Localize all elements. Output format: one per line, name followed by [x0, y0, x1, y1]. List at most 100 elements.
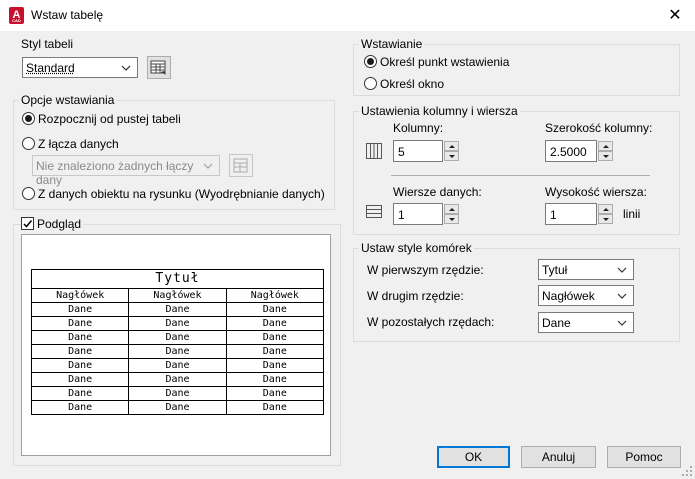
preview-checkbox[interactable] — [21, 217, 34, 230]
preview-title: Tytuł — [31, 269, 324, 289]
columns-label: Kolumny: — [393, 121, 444, 135]
table-style-dropdown[interactable]: Standard — [22, 57, 138, 78]
chevron-down-icon — [617, 320, 627, 326]
column-width-stepper[interactable] — [598, 141, 613, 161]
data-rows-stepper[interactable] — [444, 204, 459, 224]
chevron-down-icon — [203, 163, 213, 169]
row-height-label: Wysokość wiersza: — [545, 185, 647, 199]
data-rows-value: 1 — [398, 208, 405, 222]
cell-styles-label: Ustaw style komórek — [359, 241, 474, 255]
radio-insertion-point[interactable] — [364, 55, 377, 68]
preview-cell: Dane — [128, 316, 227, 331]
preview-header: Nagłówek — [30, 288, 130, 303]
checkmark-icon — [23, 220, 33, 228]
data-link-dropdown[interactable]: Nie znaleziono żadnych łączy dany — [32, 155, 220, 187]
preview-cell: Dane — [128, 358, 227, 373]
preview-cell: Dane — [30, 302, 130, 317]
autocad-app-icon: A CAD — [9, 7, 24, 24]
insertion-label: Wstawianie — [359, 37, 425, 51]
preview-cell: Dane — [225, 386, 325, 401]
table-row: Dane Dane Dane — [30, 344, 325, 359]
preview-cell: Dane — [30, 400, 130, 415]
columns-stepper[interactable] — [444, 141, 459, 161]
stepper-down-icon[interactable] — [444, 214, 459, 224]
radio-window[interactable] — [364, 77, 377, 90]
table-preview: Tytuł Nagłówek Nagłówek Nagłówek Dane Dan… — [21, 234, 331, 456]
radio-object-data[interactable] — [22, 187, 35, 200]
second-row-dropdown[interactable]: Nagłówek — [538, 285, 634, 306]
preview-cell: Dane — [225, 316, 325, 331]
table-style-icon — [150, 60, 166, 75]
row-height-stepper[interactable] — [598, 204, 613, 224]
columns-value: 5 — [398, 145, 405, 159]
columns-icon — [366, 143, 382, 159]
stepper-down-icon[interactable] — [598, 151, 613, 161]
radio-data-link[interactable] — [22, 137, 35, 150]
preview-cell: Dane — [225, 358, 325, 373]
data-rows-input[interactable]: 1 — [393, 203, 443, 225]
row-height-input[interactable]: 1 — [545, 203, 597, 225]
column-row-label: Ustawienia kolumny i wiersza — [359, 104, 520, 118]
columns-input[interactable]: 5 — [393, 140, 443, 162]
preview-cell: Dane — [30, 344, 130, 359]
chevron-down-icon — [121, 65, 131, 71]
preview-cell: Dane — [30, 372, 130, 387]
second-row-label: W drugim rzędzie: — [367, 289, 464, 303]
resize-grip-icon[interactable] — [681, 465, 693, 477]
first-row-label: W pierwszym rzędzie: — [367, 263, 484, 277]
radio-data-link-label: Z łącza danych — [38, 137, 119, 151]
data-link-icon — [233, 158, 248, 173]
first-row-dropdown[interactable]: Tytuł — [538, 259, 634, 280]
data-rows-label: Wiersze danych: — [393, 185, 482, 199]
preview-cell: Dane — [30, 330, 130, 345]
preview-cell: Dane — [128, 400, 227, 415]
chevron-down-icon — [617, 267, 627, 273]
table-row: Dane Dane Dane — [30, 302, 325, 317]
ok-button[interactable]: OK — [437, 446, 510, 468]
column-width-input[interactable]: 2.5000 — [545, 140, 597, 162]
table-row: Dane Dane Dane — [30, 372, 325, 387]
stepper-up-icon[interactable] — [598, 204, 613, 214]
other-rows-dropdown[interactable]: Dane — [538, 312, 634, 333]
radio-insertion-point-label: Określ punkt wstawienia — [380, 55, 510, 69]
stepper-up-icon[interactable] — [444, 141, 459, 151]
table-style-dialog-button[interactable] — [147, 56, 171, 79]
chevron-down-icon — [617, 293, 627, 299]
preview-cell: Dane — [225, 330, 325, 345]
table-style-label: Styl tabeli — [19, 37, 76, 51]
table-row: Dane Dane Dane — [30, 386, 325, 401]
preview-cell: Dane — [30, 316, 130, 331]
stepper-down-icon[interactable] — [598, 214, 613, 224]
column-width-value: 2.5000 — [550, 145, 587, 159]
stepper-up-icon[interactable] — [444, 204, 459, 214]
preview-table: Tytuł Nagłówek Nagłówek Nagłówek Dane Dan… — [30, 269, 325, 415]
column-width-label: Szerokość kolumny: — [545, 121, 653, 135]
preview-cell: Dane — [128, 372, 227, 387]
title-bar — [0, 0, 695, 31]
row-height-unit: linii — [623, 207, 641, 221]
stepper-up-icon[interactable] — [598, 141, 613, 151]
table-row: Dane Dane Dane — [30, 316, 325, 331]
preview-label: Podgląd — [35, 217, 84, 231]
data-link-manager-button[interactable] — [229, 154, 253, 177]
table-row: Dane Dane Dane — [30, 400, 325, 415]
table-style-value: Standard — [26, 61, 75, 75]
preview-cell: Dane — [225, 372, 325, 387]
radio-object-data-label: Z danych obiektu na rysunku (Wyodrębnian… — [38, 187, 325, 201]
close-button[interactable]: ✕ — [660, 2, 690, 29]
other-rows-label: W pozostałych rzędach: — [367, 315, 495, 329]
preview-header: Nagłówek — [225, 288, 325, 303]
help-button[interactable]: Pomoc — [607, 446, 681, 468]
second-row-value: Nagłówek — [542, 289, 595, 303]
stepper-down-icon[interactable] — [444, 151, 459, 161]
radio-empty-table-label: Rozpocznij od pustej tabeli — [38, 112, 181, 126]
preview-cell: Dane — [225, 344, 325, 359]
radio-empty-table[interactable] — [22, 112, 35, 125]
preview-cell: Dane — [128, 386, 227, 401]
table-row: Dane Dane Dane — [30, 330, 325, 345]
preview-cell: Dane — [128, 302, 227, 317]
preview-cell: Dane — [225, 400, 325, 415]
preview-cell: Dane — [128, 330, 227, 345]
window-title: Wstaw tabelę — [31, 8, 104, 22]
cancel-button[interactable]: Anuluj — [521, 446, 596, 468]
